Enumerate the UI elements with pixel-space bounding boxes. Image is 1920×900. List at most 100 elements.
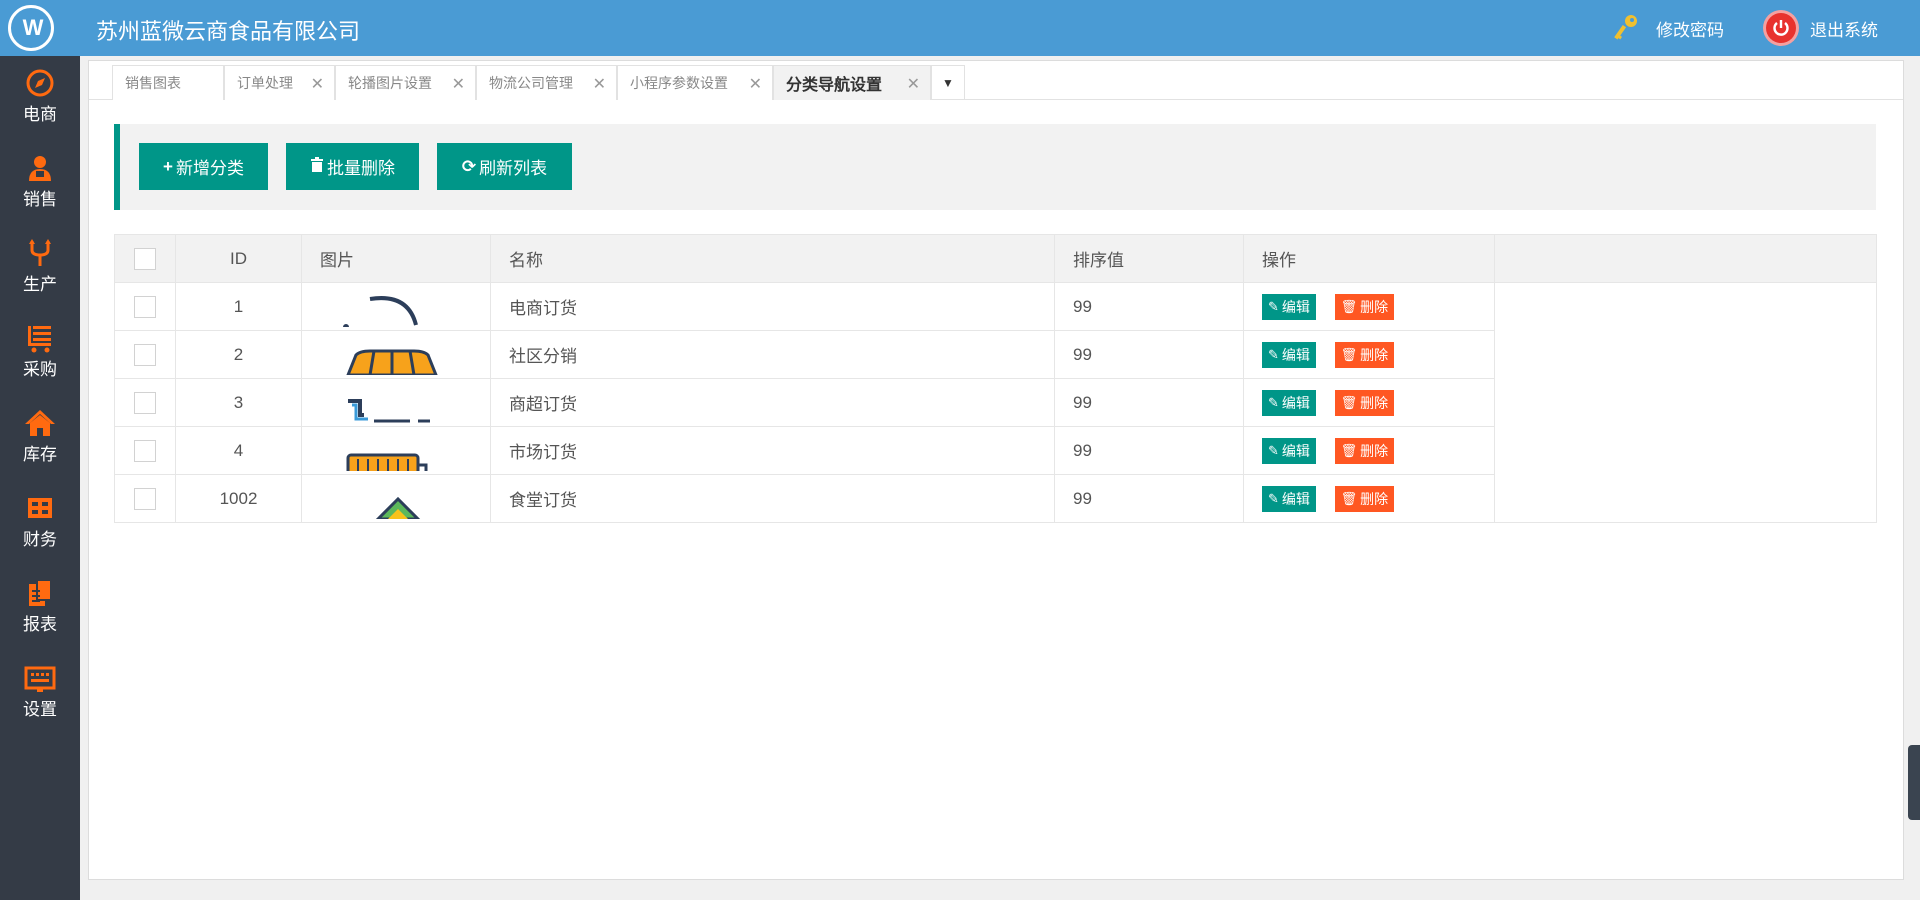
logout-link[interactable]: 退出系统 xyxy=(1766,12,1878,44)
row-sort: 99 xyxy=(1054,474,1244,523)
header-op: 操作 xyxy=(1243,234,1495,283)
row-id: 2 xyxy=(175,330,302,379)
change-password-link[interactable]: 修改密码 xyxy=(1612,12,1724,44)
edit-button[interactable]: ✎ 编辑 xyxy=(1262,437,1316,464)
row-checkbox[interactable] xyxy=(134,391,156,414)
row-id: 1002 xyxy=(175,474,302,523)
trash-icon: 🗑 xyxy=(1340,490,1358,506)
delete-button[interactable]: 🗑 删除 xyxy=(1334,389,1395,416)
tab-order-processing[interactable]: 订单处理 ✕ xyxy=(224,65,335,100)
row-id: 3 xyxy=(175,378,302,427)
header-name: 名称 xyxy=(490,234,1055,283)
sidebar-item-settings[interactable]: 设置 xyxy=(0,651,80,736)
edit-button[interactable]: ✎ 编辑 xyxy=(1262,341,1316,368)
table-row: 1002 食堂订货 99 ✎ 编辑 🗑 删除 xyxy=(114,474,1877,523)
pencil-icon: ✎ xyxy=(1268,346,1279,362)
table-row: 3 商超订货 99 ✎ 编辑 🗑 删除 xyxy=(114,378,1877,427)
tab-miniprogram-params[interactable]: 小程序参数设置 ✕ xyxy=(617,65,773,100)
trash-icon: 🗑 xyxy=(1340,298,1358,314)
row-name: 商超订货 xyxy=(490,378,1055,427)
delete-button[interactable]: 🗑 删除 xyxy=(1334,341,1395,368)
tab-category-nav[interactable]: 分类导航设置 ✕ xyxy=(773,65,931,100)
delete-button[interactable]: 🗑 删除 xyxy=(1334,437,1395,464)
logout-label: 退出系统 xyxy=(1810,20,1878,40)
refresh-list-button[interactable]: ⟳ 刷新列表 xyxy=(437,143,572,190)
toolbar: + 新增分类 批量删除 ⟳ 刷新列表 xyxy=(114,124,1876,210)
select-all-cell xyxy=(114,234,176,283)
company-name: 苏州蓝微云商食品有限公司 xyxy=(96,19,361,44)
tab-dropdown-button[interactable]: ▼ xyxy=(931,65,965,100)
category-image xyxy=(330,335,450,375)
add-category-button[interactable]: + 新增分类 xyxy=(139,143,268,190)
sidebar-item-production[interactable]: 生产 xyxy=(0,226,80,311)
category-table: ID 图片 名称 排序值 操作 1 电商订货 99 ✎ 编辑 🗑 删除 2 社区… xyxy=(114,234,1877,523)
home-icon xyxy=(24,408,56,438)
key-icon xyxy=(1612,13,1642,43)
row-name: 食堂订货 xyxy=(490,474,1055,523)
select-all-checkbox[interactable] xyxy=(134,247,156,270)
edit-button[interactable]: ✎ 编辑 xyxy=(1262,485,1316,512)
batch-delete-button[interactable]: 批量删除 xyxy=(286,143,419,190)
row-name: 市场订货 xyxy=(490,426,1055,475)
cart-icon xyxy=(24,323,56,353)
header-image: 图片 xyxy=(301,234,491,283)
fork-icon xyxy=(24,238,56,268)
row-sort: 99 xyxy=(1054,330,1244,379)
category-image xyxy=(330,479,450,519)
sidebar-item-sales[interactable]: 销售 xyxy=(0,141,80,226)
row-name: 电商订货 xyxy=(490,282,1055,331)
trash-icon xyxy=(310,156,324,177)
top-bar: W 苏州蓝微云商食品有限公司 修改密码 退出系统 xyxy=(0,0,1920,56)
table-header-row: ID 图片 名称 排序值 操作 xyxy=(114,234,1877,283)
scroll-handle[interactable] xyxy=(1908,745,1920,820)
report-icon xyxy=(24,578,56,608)
row-id: 1 xyxy=(175,282,302,331)
category-image xyxy=(330,431,450,471)
delete-button[interactable]: 🗑 删除 xyxy=(1334,293,1395,320)
sidebar-item-inventory[interactable]: 库存 xyxy=(0,396,80,481)
close-icon[interactable]: ✕ xyxy=(311,74,324,94)
header-sort: 排序值 xyxy=(1054,234,1244,283)
pencil-icon: ✎ xyxy=(1268,442,1279,458)
grid-icon xyxy=(24,493,56,523)
category-image xyxy=(330,383,450,423)
category-image xyxy=(330,287,450,327)
compass-icon xyxy=(24,68,56,98)
edit-button[interactable]: ✎ 编辑 xyxy=(1262,389,1316,416)
sidebar: 电商 销售 生产 采购 库存 财务 报表 设置 xyxy=(0,56,80,900)
change-password-label: 修改密码 xyxy=(1656,20,1724,40)
tab-sales-chart[interactable]: 销售图表 xyxy=(112,65,224,100)
header-id: ID xyxy=(175,234,302,283)
sidebar-item-ecommerce[interactable]: 电商 xyxy=(0,56,80,141)
trash-icon: 🗑 xyxy=(1340,346,1358,362)
row-checkbox[interactable] xyxy=(134,343,156,366)
delete-button[interactable]: 🗑 删除 xyxy=(1334,485,1395,512)
table-row: 4 市场订货 99 ✎ 编辑 🗑 删除 xyxy=(114,426,1877,475)
tab-carousel-settings[interactable]: 轮播图片设置 ✕ xyxy=(335,65,476,100)
tab-logistics[interactable]: 物流公司管理 ✕ xyxy=(476,65,617,100)
trash-icon: 🗑 xyxy=(1340,442,1358,458)
close-icon[interactable]: ✕ xyxy=(593,74,606,94)
pencil-icon: ✎ xyxy=(1268,298,1279,314)
refresh-icon: ⟳ xyxy=(461,156,477,176)
tab-bar: 销售图表 订单处理 ✕ 轮播图片设置 ✕ 物流公司管理 ✕ 小程序参数设置 ✕ … xyxy=(89,61,1903,100)
row-checkbox[interactable] xyxy=(134,295,156,318)
close-icon[interactable]: ✕ xyxy=(749,74,762,94)
content-frame: 销售图表 订单处理 ✕ 轮播图片设置 ✕ 物流公司管理 ✕ 小程序参数设置 ✕ … xyxy=(88,60,1904,880)
row-sort: 99 xyxy=(1054,378,1244,427)
edit-button[interactable]: ✎ 编辑 xyxy=(1262,293,1316,320)
sidebar-item-purchase[interactable]: 采购 xyxy=(0,311,80,396)
caret-down-icon: ▼ xyxy=(942,76,954,90)
close-icon[interactable]: ✕ xyxy=(907,74,920,94)
row-checkbox[interactable] xyxy=(134,487,156,510)
row-sort: 99 xyxy=(1054,426,1244,475)
row-sort: 99 xyxy=(1054,282,1244,331)
logo: W xyxy=(8,5,54,51)
sidebar-item-reports[interactable]: 报表 xyxy=(0,566,80,651)
keyboard-icon xyxy=(24,663,56,693)
header-empty xyxy=(1494,234,1877,283)
row-checkbox[interactable] xyxy=(134,439,156,462)
sidebar-item-finance[interactable]: 财务 xyxy=(0,481,80,566)
user-icon xyxy=(24,153,56,183)
close-icon[interactable]: ✕ xyxy=(452,74,465,94)
